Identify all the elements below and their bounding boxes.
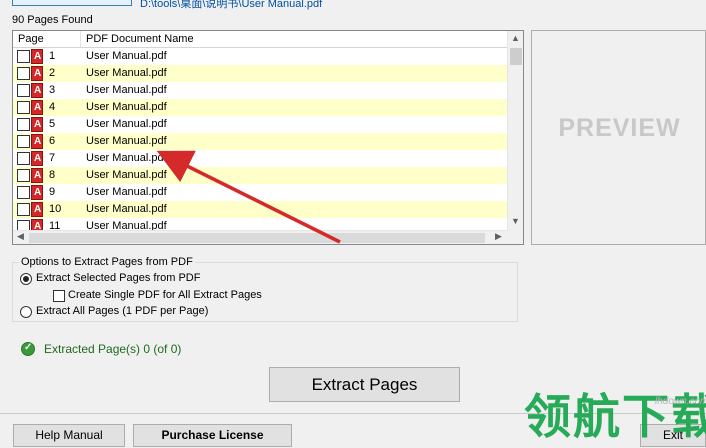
table-row[interactable]: 4 User Manual.pdf [13,99,509,116]
pdf-file-icon [31,82,43,99]
extract-options-group: Options to Extract Pages from PDF Extrac… [12,256,518,322]
row-page-number: 8 [49,169,56,181]
extract-all-label: Extract All Pages (1 PDF per Page) [36,305,209,317]
table-row[interactable]: 8 User Manual.pdf [13,167,509,184]
column-header-page[interactable]: Page [13,31,81,47]
browse-button[interactable] [12,0,132,6]
list-header: Page PDF Document Name [13,31,509,48]
extract-selected-radio[interactable] [20,273,32,285]
row-page-number: 10 [49,203,62,215]
scroll-up-icon[interactable]: ▲ [511,33,520,43]
help-manual-button[interactable]: Help Manual [13,424,125,447]
row-page-number: 5 [49,118,56,130]
pdf-file-icon [31,133,43,150]
table-row[interactable]: 1 User Manual.pdf [13,48,509,65]
extract-selected-label: Extract Selected Pages from PDF [36,272,201,284]
table-row[interactable]: 10 User Manual.pdf [13,201,509,218]
pdf-file-icon [31,184,43,201]
table-row[interactable]: 7 User Manual.pdf [13,150,509,167]
watermark-url: lhdown.com [655,396,706,407]
pdf-file-icon [31,201,43,218]
table-row[interactable]: 9 User Manual.pdf [13,184,509,201]
table-row[interactable]: 5 User Manual.pdf [13,116,509,133]
scroll-down-icon[interactable]: ▼ [511,216,520,226]
status-text: Extracted Page(s) 0 (of 0) [44,342,182,356]
scroll-right-icon[interactable]: ▶ [495,231,502,242]
check-circle-icon [21,342,35,356]
row-document-name: User Manual.pdf [86,84,167,96]
pdf-file-icon [31,150,43,167]
table-row[interactable]: 2 User Manual.pdf [13,65,509,82]
purchase-license-button[interactable]: Purchase License [133,424,292,447]
pdf-file-icon [31,48,43,65]
pages-found-label: 90 Pages Found [12,14,93,26]
row-checkbox[interactable] [17,203,30,216]
row-checkbox[interactable] [17,169,30,182]
row-page-number: 1 [49,50,56,62]
create-single-label: Create Single PDF for All Extract Pages [68,289,262,301]
list-rows: 1 User Manual.pdf 2 User Manual.pdf 3 User Ma… [13,48,509,231]
horizontal-scroll-thumb[interactable] [29,233,485,243]
row-document-name: User Manual.pdf [86,101,167,113]
row-page-number: 2 [49,67,56,79]
options-legend: Options to Extract Pages from PDF [19,256,195,268]
row-page-number: 6 [49,135,56,147]
row-document-name: User Manual.pdf [86,169,167,181]
row-checkbox[interactable] [17,135,30,148]
row-checkbox[interactable] [17,186,30,199]
row-document-name: User Manual.pdf [86,186,167,198]
row-document-name: User Manual.pdf [86,135,167,147]
row-document-name: User Manual.pdf [86,152,167,164]
create-single-checkbox[interactable] [53,290,65,302]
preview-label: PREVIEW [558,114,681,142]
row-document-name: User Manual.pdf [86,118,167,130]
row-checkbox[interactable] [17,50,30,63]
row-checkbox[interactable] [17,118,30,131]
preview-pane: PREVIEW [531,30,706,245]
vertical-scrollbar[interactable]: ▲ ▼ [507,31,523,230]
row-document-name: User Manual.pdf [86,67,167,79]
row-checkbox[interactable] [17,67,30,80]
row-checkbox[interactable] [17,152,30,165]
extract-pages-button[interactable]: Extract Pages [269,367,460,402]
table-row[interactable]: 6 User Manual.pdf [13,133,509,150]
pages-list[interactable]: Page PDF Document Name 1User Manual.pdf2… [12,30,524,245]
scroll-left-icon[interactable]: ◀ [17,231,24,242]
pdf-file-icon [31,167,43,184]
row-page-number: 4 [49,101,56,113]
pdf-file-icon [31,116,43,133]
row-document-name: User Manual.pdf [86,50,167,62]
row-checkbox[interactable] [17,84,30,97]
extract-all-radio[interactable] [20,306,32,318]
horizontal-scrollbar[interactable]: ◀ ▶ [13,230,509,244]
pdf-file-icon [31,65,43,82]
row-page-number: 7 [49,152,56,164]
table-row[interactable]: 3 User Manual.pdf [13,82,509,99]
pdf-file-icon [31,99,43,116]
vertical-scroll-thumb[interactable] [510,48,522,65]
top-strip: D:\tools\桌面\说明书\User Manual.pdf [0,0,706,10]
column-header-name[interactable]: PDF Document Name [81,31,509,47]
row-checkbox[interactable] [17,101,30,114]
file-path-text: D:\tools\桌面\说明书\User Manual.pdf [140,0,323,10]
row-page-number: 3 [49,84,56,96]
scroll-corner [507,230,523,244]
row-page-number: 9 [49,186,56,198]
row-document-name: User Manual.pdf [86,203,167,215]
